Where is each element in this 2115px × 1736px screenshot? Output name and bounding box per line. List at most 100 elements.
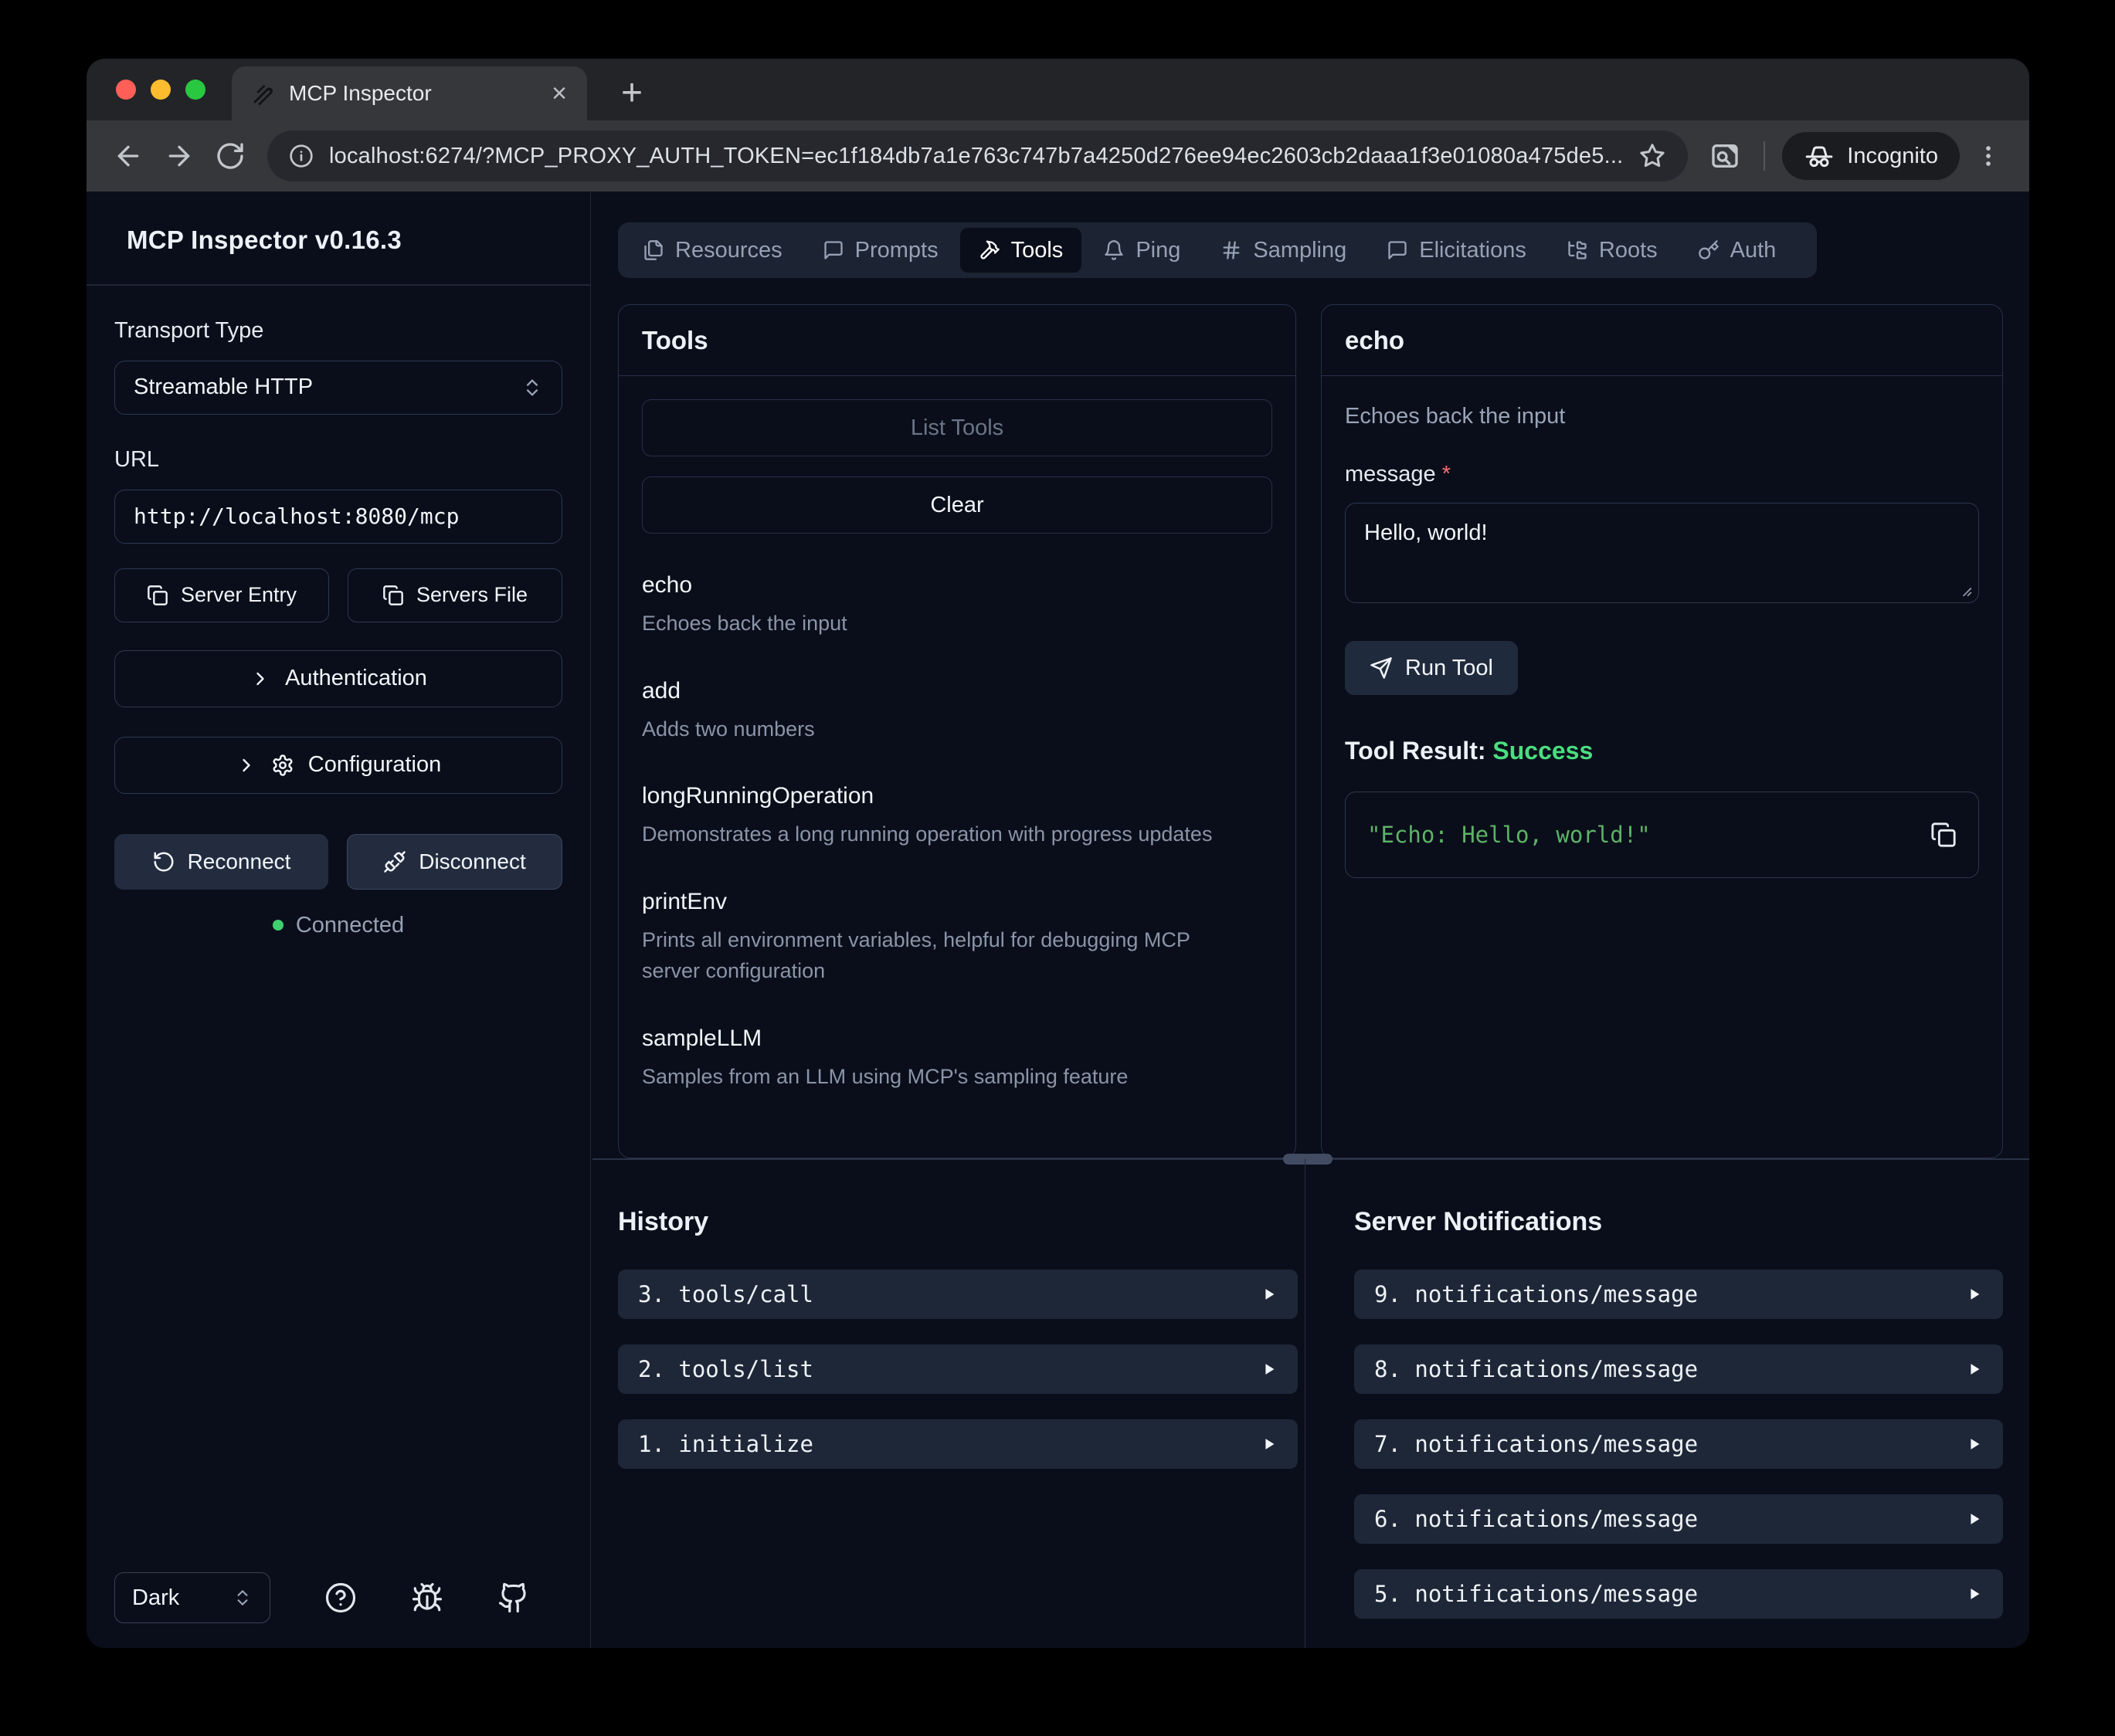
notification-item[interactable]: 8. notifications/message (1354, 1344, 2003, 1394)
list-tools-button[interactable]: List Tools (642, 399, 1272, 456)
tool-result-box: "Echo: Hello, world!" (1345, 792, 1979, 878)
zoom-window-button[interactable] (185, 80, 205, 100)
tab-auth[interactable]: Auth (1679, 228, 1795, 273)
tool-description: Echoes back the input (642, 608, 1229, 639)
search-tabs-icon[interactable] (1703, 134, 1747, 178)
tool-result-heading: Tool Result: Success (1345, 737, 1979, 765)
tab-prompts[interactable]: Prompts (804, 228, 957, 273)
clear-tools-button[interactable]: Clear (642, 476, 1272, 534)
server-notifications-title: Server Notifications (1354, 1207, 2003, 1237)
tab-elicitations[interactable]: Elicitations (1368, 228, 1545, 273)
tab-ping[interactable]: Ping (1085, 228, 1199, 273)
server-url-input[interactable] (114, 490, 562, 544)
history-item-label: 1. initialize (638, 1431, 813, 1457)
copy-icon[interactable] (1930, 822, 1957, 848)
forward-icon[interactable] (158, 134, 201, 178)
hash-icon (1220, 239, 1242, 261)
tool-list-item[interactable]: echo Echoes back the input (642, 572, 1272, 639)
history-item[interactable]: 1. initialize (618, 1419, 1298, 1469)
servers-file-button[interactable]: Servers File (348, 568, 562, 622)
tool-list-item[interactable]: add Adds two numbers (642, 678, 1272, 745)
tool-list-item[interactable]: printEnv Prints all environment variable… (642, 889, 1272, 987)
configuration-label: Configuration (308, 752, 442, 778)
notification-item[interactable]: 6. notifications/message (1354, 1494, 2003, 1544)
notification-item-label: 7. notifications/message (1374, 1431, 1698, 1457)
mcp-inspector-app: MCP Inspector v0.16.3 Transport Type Str… (87, 192, 2029, 1648)
configuration-button[interactable]: Configuration (114, 737, 562, 794)
reconnect-button[interactable]: Reconnect (114, 834, 328, 890)
run-tool-button[interactable]: Run Tool (1345, 641, 1518, 695)
bug-icon[interactable] (411, 1582, 443, 1614)
incognito-badge: Incognito (1782, 132, 1960, 180)
disconnect-button[interactable]: Disconnect (347, 834, 562, 890)
site-info-icon[interactable] (289, 144, 314, 168)
tool-name: sampleLLM (642, 1026, 1272, 1052)
server-entry-label: Server Entry (181, 583, 297, 607)
notification-item[interactable]: 7. notifications/message (1354, 1419, 2003, 1469)
reconnect-label: Reconnect (188, 849, 291, 874)
tool-result-label: Tool Result: (1345, 737, 1486, 765)
history-item-label: 2. tools/list (638, 1356, 813, 1382)
back-icon[interactable] (107, 134, 150, 178)
transport-type-label: Transport Type (114, 318, 562, 344)
minimize-window-button[interactable] (151, 80, 171, 100)
tool-result-status: Success (1492, 737, 1593, 765)
history-item[interactable]: 3. tools/call (618, 1270, 1298, 1319)
browser-menu-icon[interactable] (1967, 135, 2009, 177)
expand-play-icon (1966, 1286, 1983, 1303)
tool-list-item[interactable]: sampleLLM Samples from an LLM using MCP'… (642, 1026, 1272, 1093)
history-item[interactable]: 2. tools/list (618, 1344, 1298, 1394)
expand-play-icon (1261, 1361, 1278, 1378)
browser-tab[interactable]: MCP Inspector × (232, 66, 587, 120)
tab-resources[interactable]: Resources (624, 228, 801, 273)
message-square-icon (823, 239, 844, 261)
run-tool-label: Run Tool (1405, 656, 1493, 681)
expand-play-icon (1966, 1585, 1983, 1602)
tab-close-icon[interactable]: × (552, 80, 567, 107)
help-icon[interactable] (324, 1582, 357, 1614)
tab-label: Sampling (1253, 238, 1346, 263)
disconnect-label: Disconnect (419, 849, 526, 874)
expand-play-icon (1966, 1361, 1983, 1378)
theme-select[interactable]: Dark (114, 1572, 270, 1623)
sidebar-footer: Dark (114, 1572, 562, 1623)
authentication-button[interactable]: Authentication (114, 650, 562, 707)
tool-name: longRunningOperation (642, 783, 1272, 809)
nav-tabbar: Resources Prompts Tools Ping Sampling (618, 222, 1817, 278)
tab-tools[interactable]: Tools (960, 228, 1082, 273)
incognito-icon (1804, 141, 1835, 171)
tool-description: Demonstrates a long running operation wi… (642, 819, 1229, 850)
new-tab-button[interactable]: + (609, 70, 655, 116)
window-controls (116, 80, 205, 100)
bell-icon (1103, 239, 1125, 261)
message-square-icon (1387, 239, 1408, 261)
notification-item-label: 8. notifications/message (1374, 1356, 1698, 1382)
tab-label: Ping (1136, 238, 1180, 263)
tool-list-item[interactable]: longRunningOperation Demonstrates a long… (642, 783, 1272, 850)
status-dot-icon (273, 920, 283, 931)
server-entry-button[interactable]: Server Entry (114, 568, 329, 622)
notification-item[interactable]: 5. notifications/message (1354, 1569, 2003, 1619)
notification-item-label: 5. notifications/message (1374, 1581, 1698, 1607)
url-label: URL (114, 447, 562, 473)
resize-grip-icon[interactable] (1956, 581, 1973, 598)
transport-type-select[interactable]: Streamable HTTP (114, 361, 562, 415)
tab-sampling[interactable]: Sampling (1202, 228, 1365, 273)
address-bar[interactable]: localhost:6274/?MCP_PROXY_AUTH_TOKEN=ec1… (267, 131, 1688, 181)
main-panel: Resources Prompts Tools Ping Sampling (592, 192, 2029, 1648)
message-input[interactable]: Hello, world! (1345, 503, 1979, 603)
tab-roots[interactable]: Roots (1548, 228, 1676, 273)
notification-item[interactable]: 9. notifications/message (1354, 1270, 2003, 1319)
chevron-right-icon (236, 754, 257, 776)
tool-description: Samples from an LLM using MCP's sampling… (642, 1061, 1229, 1093)
status-text: Connected (296, 913, 404, 938)
copy-icon (147, 585, 168, 606)
tab-label: Prompts (855, 238, 939, 263)
url-text[interactable]: localhost:6274/?MCP_PROXY_AUTH_TOKEN=ec1… (329, 144, 1623, 169)
server-notifications-panel: Server Notifications 9. notifications/me… (1306, 1159, 2029, 1648)
bookmark-star-icon[interactable] (1638, 142, 1666, 170)
close-window-button[interactable] (116, 80, 136, 100)
reload-icon[interactable] (209, 134, 252, 178)
rotate-ccw-icon (152, 850, 175, 873)
github-icon[interactable] (497, 1582, 530, 1614)
